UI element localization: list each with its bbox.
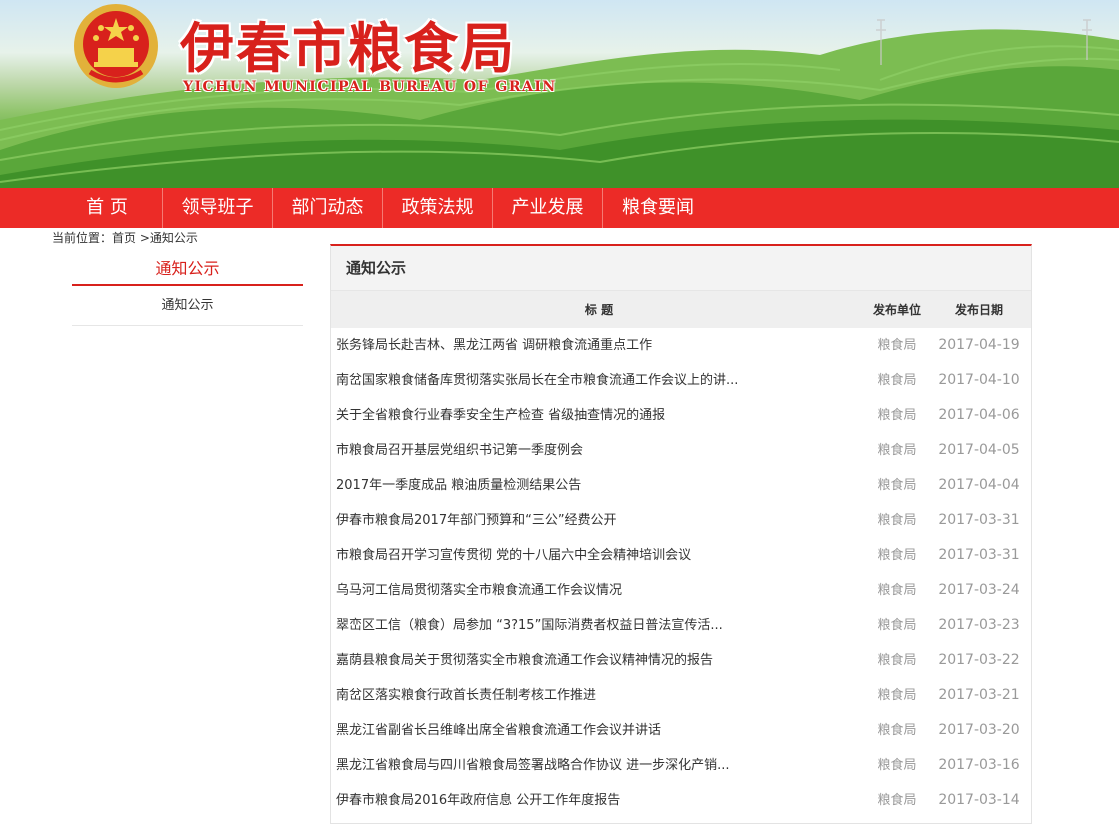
table-row[interactable]: 伊春市粮食局2017年部门预算和“三公”经费公开 粮食局 2017-03-31	[331, 503, 1031, 538]
table-row[interactable]: 市粮食局召开学习宣传贯彻 党的十八届六中全会精神培训会议 粮食局 2017-03-3…	[331, 538, 1031, 573]
sidebar-item-notices[interactable]: 通知公示	[72, 286, 303, 326]
notice-date: 2017-03-31	[938, 512, 1020, 528]
notice-unit: 粮食局	[877, 618, 917, 633]
table-row[interactable]: 乌马河工信局贯彻落实全市粮食流通工作会议情况 粮食局 2017-03-24	[331, 573, 1031, 608]
notice-date: 2017-03-22	[938, 652, 1020, 668]
notice-title-link[interactable]: 2017年一季度成品 粮油质量检测结果公告	[331, 468, 867, 503]
notice-unit: 粮食局	[877, 688, 917, 703]
nav-item-policies[interactable]: 政策法规	[383, 188, 493, 228]
nav-item-leadership[interactable]: 领导班子	[163, 188, 273, 228]
table-row[interactable]: 嘉荫县粮食局关于贯彻落实全市粮食流通工作会议精神情况的报告 粮食局 2017-03-…	[331, 643, 1031, 678]
breadcrumb-separator: >	[136, 231, 150, 245]
notice-date: 2017-04-06	[938, 407, 1020, 423]
main-nav: 首 页 领导班子 部门动态 政策法规 产业发展 粮食要闻	[0, 188, 1119, 228]
breadcrumb-label: 当前位置：	[52, 231, 113, 245]
notice-title-link[interactable]: 南岔国家粮食储备库贯彻落实张局长在全市粮食流通工作会议上的讲...	[331, 363, 867, 398]
notice-date: 2017-03-31	[938, 547, 1020, 563]
notice-date: 2017-04-05	[938, 442, 1020, 458]
notice-unit: 粮食局	[877, 723, 917, 738]
nav-item-department-news[interactable]: 部门动态	[273, 188, 383, 228]
notice-date: 2017-03-24	[938, 582, 1020, 598]
table-row[interactable]: 市粮食局召开基层党组织书记第一季度例会 粮食局 2017-04-05	[331, 433, 1031, 468]
notice-title-link[interactable]: 关于全省粮食行业春季安全生产检查 省级抽查情况的通报	[331, 398, 867, 433]
column-header-unit: 发布单位	[872, 303, 921, 317]
notice-date: 2017-03-16	[938, 757, 1020, 773]
nav-item-grain-news[interactable]: 粮食要闻	[603, 188, 713, 228]
notice-unit: 粮食局	[877, 513, 917, 528]
notice-title-link[interactable]: 伊春市粮食局2017年部门预算和“三公”经费公开	[331, 503, 867, 538]
notice-title-link[interactable]: 乌马河工信局贯彻落实全市粮食流通工作会议情况	[331, 573, 867, 608]
notice-unit: 粮食局	[877, 548, 917, 563]
notice-unit: 粮食局	[877, 653, 917, 668]
notice-title-link[interactable]: 伊春市粮食局2016年政府信息 公开工作年度报告	[331, 783, 867, 818]
notice-unit: 粮食局	[877, 443, 917, 458]
notice-title-link[interactable]: 翠峦区工信（粮食）局参加 “3?15”国际消费者权益日普法宣传活...	[331, 608, 867, 643]
notice-unit: 粮食局	[877, 373, 917, 388]
table-row[interactable]: 南岔国家粮食储备库贯彻落实张局长在全市粮食流通工作会议上的讲... 粮食局 2017…	[331, 363, 1031, 398]
table-header: 标 题 发布单位 发布日期	[331, 290, 1031, 328]
breadcrumb-home-link[interactable]: 首页	[112, 231, 136, 245]
table-row[interactable]: 黑龙江省副省长吕维峰出席全省粮食流通工作会议并讲话 粮食局 2017-03-20	[331, 713, 1031, 748]
notice-date: 2017-03-14	[938, 792, 1020, 808]
site-title: 伊春市粮食局	[180, 16, 516, 80]
notice-date: 2017-04-19	[938, 337, 1020, 353]
table-row[interactable]: 翠峦区工信（粮食）局参加 “3?15”国际消费者权益日普法宣传活... 粮食局 20…	[331, 608, 1031, 643]
column-header-date: 发布日期	[954, 303, 1003, 317]
notice-unit: 粮食局	[877, 758, 917, 773]
notice-title-link[interactable]: 市粮食局召开基层党组织书记第一季度例会	[331, 433, 867, 468]
sidebar-title: 通知公示	[72, 252, 303, 286]
notice-unit: 粮食局	[877, 478, 917, 493]
notice-title-link[interactable]: 张务锋局长赴吉林、黑龙江两省 调研粮食流通重点工作	[331, 328, 867, 363]
tea-hills-illustration	[0, 19, 1119, 188]
notice-date: 2017-04-10	[938, 372, 1020, 388]
nav-item-industry[interactable]: 产业发展	[493, 188, 603, 228]
notice-title-link[interactable]: 黑龙江省粮食局与四川省粮食局签署战略合作协议 进一步深化产销...	[331, 748, 867, 783]
notice-date: 2017-03-20	[938, 722, 1020, 738]
table-row[interactable]: 黑龙江省粮食局与四川省粮食局签署战略合作协议 进一步深化产销... 粮食局 2017…	[331, 748, 1031, 783]
national-emblem-icon	[74, 4, 158, 88]
column-header-title: 标 题	[584, 303, 614, 317]
table-row[interactable]: 南岔区落实粮食行政首长责任制考核工作推进 粮食局 2017-03-21	[331, 678, 1031, 713]
notice-unit: 粮食局	[877, 793, 917, 808]
nav-item-home[interactable]: 首 页	[52, 188, 163, 228]
panel-title: 通知公示	[331, 246, 1031, 290]
site-subtitle: YICHUN MUNICIPAL BUREAU OF GRAIN	[183, 79, 557, 95]
breadcrumb: 当前位置：首页 >通知公示	[52, 229, 198, 246]
notice-unit: 粮食局	[877, 583, 917, 598]
breadcrumb-current[interactable]: 通知公示	[150, 231, 198, 245]
table-row[interactable]: 张务锋局长赴吉林、黑龙江两省 调研粮食流通重点工作 粮食局 2017-04-19	[331, 328, 1031, 363]
notice-date: 2017-03-23	[938, 617, 1020, 633]
notice-list: 张务锋局长赴吉林、黑龙江两省 调研粮食流通重点工作 粮食局 2017-04-19 南岔…	[331, 328, 1031, 818]
notice-title-link[interactable]: 嘉荫县粮食局关于贯彻落实全市粮食流通工作会议精神情况的报告	[331, 643, 867, 678]
notice-panel: 通知公示 标 题 发布单位 发布日期 张务锋局长赴吉林、黑龙江两省 调研粮食流通…	[330, 244, 1032, 824]
notice-unit: 粮食局	[877, 338, 917, 353]
table-row[interactable]: 伊春市粮食局2016年政府信息 公开工作年度报告 粮食局 2017-03-14	[331, 783, 1031, 818]
notice-title-link[interactable]: 市粮食局召开学习宣传贯彻 党的十八届六中全会精神培训会议	[331, 538, 867, 573]
notice-date: 2017-03-21	[938, 687, 1020, 703]
notice-date: 2017-04-04	[938, 477, 1020, 493]
site-banner: 伊春市粮食局 YICHUN MUNICIPAL BUREAU OF GRAIN	[0, 0, 1119, 188]
notice-title-link[interactable]: 南岔区落实粮食行政首长责任制考核工作推进	[331, 678, 867, 713]
sidebar: 通知公示 通知公示	[72, 252, 303, 326]
notice-title-link[interactable]: 黑龙江省副省长吕维峰出席全省粮食流通工作会议并讲话	[331, 713, 867, 748]
table-row[interactable]: 关于全省粮食行业春季安全生产检查 省级抽查情况的通报 粮食局 2017-04-06	[331, 398, 1031, 433]
table-row[interactable]: 2017年一季度成品 粮油质量检测结果公告 粮食局 2017-04-04	[331, 468, 1031, 503]
notice-unit: 粮食局	[877, 408, 917, 423]
